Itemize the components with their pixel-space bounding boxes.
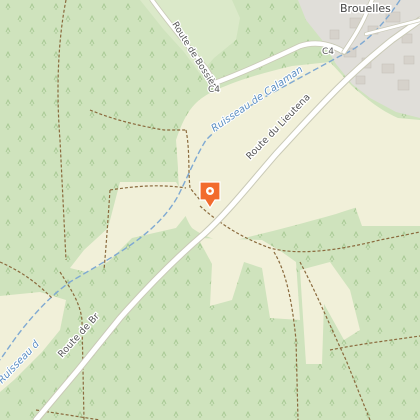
- map-view[interactable]: Route de Brouelles Route du Lieutenant L…: [0, 0, 420, 420]
- road-label-c4-west: C4: [208, 85, 220, 95]
- map-canvas[interactable]: Route de Brouelles Route du Lieutenant L…: [0, 0, 420, 420]
- road-label-c4-east: C4: [322, 47, 334, 57]
- place-label-brouelles: Brouelles: [340, 2, 391, 15]
